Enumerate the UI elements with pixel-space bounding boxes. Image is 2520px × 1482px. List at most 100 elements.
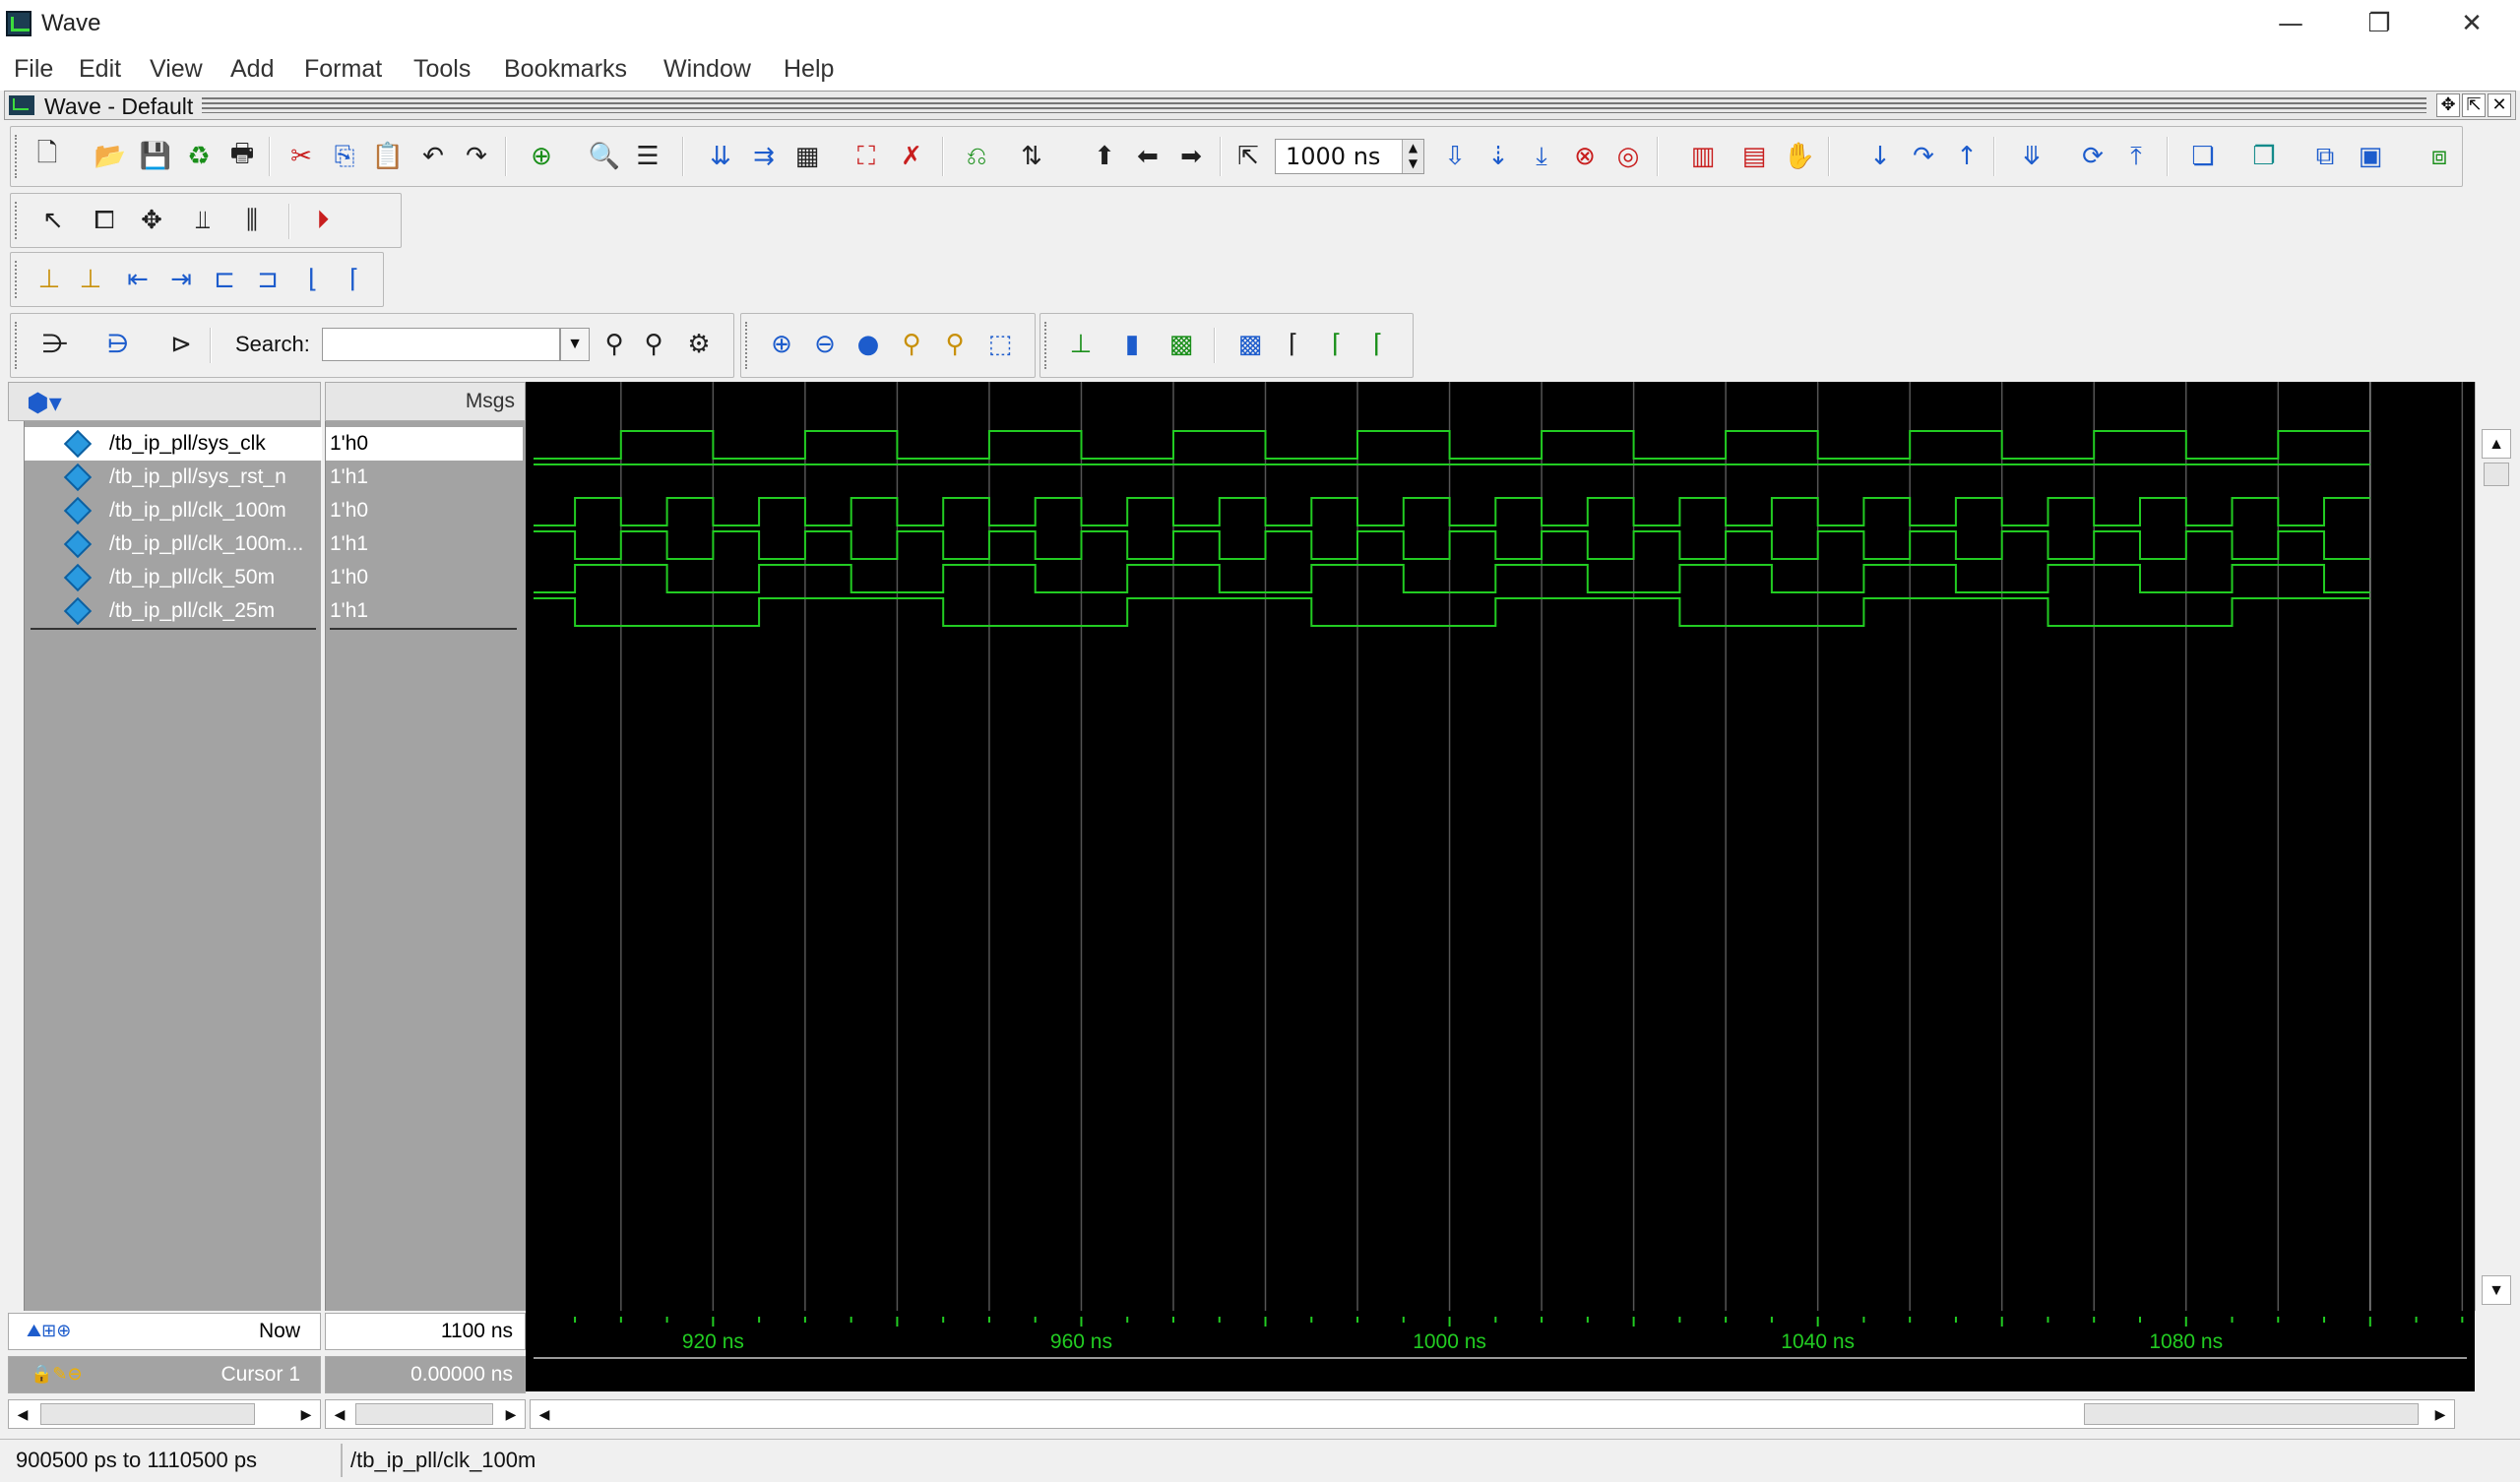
menu-add[interactable]: Add bbox=[230, 47, 274, 91]
zoom-in-icon[interactable]: ⊕ bbox=[765, 328, 798, 361]
zoom-area-icon[interactable]: ⬚ bbox=[983, 328, 1017, 361]
restore-button[interactable]: ❐ bbox=[2335, 0, 2424, 47]
menu-bookmarks[interactable]: Bookmarks bbox=[504, 47, 627, 91]
run-length-input[interactable]: 1000 ns ▲ ▼ bbox=[1275, 139, 1424, 174]
wave-pane-hscroll-thumb[interactable] bbox=[2084, 1403, 2419, 1425]
scroll-left-icon[interactable]: ◀ bbox=[326, 1400, 353, 1428]
zoom-between-cursors-icon[interactable]: ⚲ bbox=[938, 328, 972, 361]
simulate-icon[interactable]: ⛶ bbox=[850, 140, 883, 173]
scroll-up-icon[interactable]: ▲ bbox=[2482, 429, 2511, 459]
zoom-out-icon[interactable]: ⊖ bbox=[808, 328, 842, 361]
zoom-mode-icon[interactable]: ⧠ bbox=[88, 204, 121, 237]
scroll-left-icon[interactable]: ◀ bbox=[531, 1400, 558, 1428]
menu-window[interactable]: Window bbox=[663, 47, 751, 91]
run-all-icon[interactable]: ⤓ bbox=[1525, 140, 1558, 173]
expand-icon[interactable]: ⋺ bbox=[38, 328, 72, 361]
add-icon[interactable]: ⊕ bbox=[525, 140, 558, 173]
cursor-fill-icon[interactable]: ▩ bbox=[1165, 328, 1198, 361]
compile-all-icon[interactable]: ⇉ bbox=[747, 140, 781, 173]
signal-filter-icon[interactable]: ⬢▾ bbox=[27, 389, 62, 418]
run-length-icon[interactable]: ⇱ bbox=[1231, 140, 1265, 173]
group-icon[interactable]: ⊳ bbox=[164, 328, 198, 361]
measure-mode-icon[interactable]: ⫼ bbox=[235, 204, 269, 237]
scroll-right-icon[interactable]: ▶ bbox=[497, 1400, 525, 1428]
lock-cursor-icon[interactable]: 🔒✎⊖ bbox=[31, 1357, 83, 1392]
zoom-cursor-icon[interactable]: ⚲ bbox=[895, 328, 928, 361]
compile-icon[interactable]: ⇊ bbox=[704, 140, 737, 173]
signal-row[interactable]: /tb_ip_pll/sys_clk bbox=[25, 427, 322, 461]
search-input[interactable] bbox=[322, 328, 560, 361]
forward-arrow-icon[interactable]: ➡ bbox=[1174, 140, 1208, 173]
signal-row[interactable]: /tb_ip_pll/clk_100m bbox=[25, 494, 322, 527]
spin-arrows[interactable]: ▲ ▼ bbox=[1402, 140, 1423, 173]
undock-icon[interactable]: ⇱ bbox=[2462, 93, 2486, 117]
step-over-icon[interactable]: ↷ bbox=[1907, 140, 1940, 173]
restart-icon[interactable]: ⎌ bbox=[960, 140, 993, 173]
performance-icon[interactable]: ▥ bbox=[1686, 140, 1720, 173]
next-rising-icon[interactable]: ⌈ bbox=[338, 263, 371, 296]
find-icon[interactable]: 🔍 bbox=[588, 140, 621, 173]
hatch-icon[interactable]: ▩ bbox=[1233, 328, 1267, 361]
tree-icon[interactable]: ☰ bbox=[631, 140, 664, 173]
print-icon[interactable]: 🖶 bbox=[225, 139, 259, 173]
signal-row[interactable]: /tb_ip_pll/clk_100m... bbox=[25, 527, 322, 561]
zoom-full-icon[interactable]: ● bbox=[851, 328, 885, 361]
open-folder-icon[interactable]: 📂 bbox=[94, 140, 127, 173]
stop-icon[interactable]: ◎ bbox=[1611, 140, 1645, 173]
prev-falling-icon[interactable]: ⌊ bbox=[296, 263, 330, 296]
prev-cursor-icon[interactable]: ⇤ bbox=[121, 263, 155, 296]
edge-style-icon-3[interactable]: ⌈ bbox=[1361, 328, 1395, 361]
cursor-line-icon[interactable]: ⊥ bbox=[1064, 328, 1098, 361]
drag-grip[interactable] bbox=[202, 97, 2426, 113]
vertical-scroll-thumb[interactable] bbox=[2484, 463, 2509, 486]
next-edge-icon[interactable]: ⊐ bbox=[251, 263, 284, 296]
menu-view[interactable]: View bbox=[150, 47, 203, 91]
reload-icon[interactable]: ♻ bbox=[182, 140, 216, 173]
insert-cursor-icon[interactable]: ⊥ bbox=[32, 263, 66, 296]
menu-format[interactable]: Format bbox=[304, 47, 382, 91]
cursor-block-icon[interactable]: ▮ bbox=[1115, 328, 1149, 361]
step-over-alt-icon[interactable]: ⟳ bbox=[2076, 140, 2110, 173]
signal-row[interactable]: /tb_ip_pll/clk_25m bbox=[25, 594, 322, 628]
signal-value[interactable]: 1'h1 bbox=[326, 594, 523, 628]
search-prev-icon[interactable]: ⚲ bbox=[598, 328, 631, 361]
scroll-down-icon[interactable]: ▼ bbox=[2482, 1275, 2511, 1305]
paste-icon[interactable]: 📋 bbox=[371, 140, 405, 173]
name-pane-hscroll[interactable]: ◀ ▶ bbox=[8, 1399, 321, 1429]
copy-icon[interactable]: ⎘ bbox=[328, 140, 361, 173]
close-window-button[interactable]: ✕ bbox=[2427, 0, 2516, 47]
search-dropdown-icon[interactable]: ▼ bbox=[560, 328, 590, 361]
cut-icon[interactable]: ✂ bbox=[284, 140, 318, 173]
close-subwindow-icon[interactable]: ✕ bbox=[2488, 93, 2511, 117]
menu-help[interactable]: Help bbox=[784, 47, 834, 91]
layout-icon-1[interactable]: ❏ bbox=[2186, 140, 2220, 173]
menu-file[interactable]: File bbox=[14, 47, 53, 91]
signal-value[interactable]: 1'h1 bbox=[326, 527, 523, 561]
cursor-row[interactable]: 🔒✎⊖ Cursor 1 bbox=[8, 1356, 321, 1393]
edit-mode-icon[interactable]: ⫫ bbox=[186, 204, 220, 237]
waveform-canvas[interactable] bbox=[526, 382, 2475, 1311]
signal-value[interactable]: 1'h0 bbox=[326, 427, 523, 461]
time-axis[interactable]: 920 ns 960 ns 1000 ns 1040 ns 1080 ns bbox=[526, 1311, 2475, 1391]
run-icon[interactable]: ⇩ bbox=[1438, 140, 1472, 173]
prev-edge-icon[interactable]: ⊏ bbox=[208, 263, 241, 296]
save-icon[interactable]: 💾 bbox=[139, 140, 172, 173]
menu-tools[interactable]: Tools bbox=[413, 47, 471, 91]
break-run-icon[interactable]: ⊗ bbox=[1568, 140, 1602, 173]
search-options-icon[interactable]: ⚙ bbox=[682, 328, 716, 361]
continue-icon[interactable]: ⇣ bbox=[1481, 140, 1515, 173]
delete-cursor-icon[interactable]: ⊥ bbox=[74, 263, 107, 296]
next-cursor-icon[interactable]: ⇥ bbox=[164, 263, 198, 296]
collapse-icon[interactable]: ⋻ bbox=[101, 328, 135, 361]
run-dropdown-icon[interactable]: ⇅ bbox=[1015, 140, 1048, 173]
grid-icon[interactable]: ▦ bbox=[790, 140, 824, 173]
signal-row[interactable]: /tb_ip_pll/clk_50m bbox=[25, 561, 322, 594]
redo-icon[interactable]: ↷ bbox=[460, 140, 493, 173]
step-out-icon[interactable]: ↑ bbox=[1950, 140, 1984, 173]
value-pane-hscroll-thumb[interactable] bbox=[355, 1403, 493, 1425]
signal-value[interactable]: 1'h0 bbox=[326, 561, 523, 594]
value-pane-hscroll[interactable]: ◀ ▶ bbox=[325, 1399, 526, 1429]
undo-icon[interactable]: ↶ bbox=[416, 140, 450, 173]
scroll-left-icon[interactable]: ◀ bbox=[9, 1400, 36, 1428]
back-arrow-icon[interactable]: ⬅ bbox=[1131, 140, 1165, 173]
